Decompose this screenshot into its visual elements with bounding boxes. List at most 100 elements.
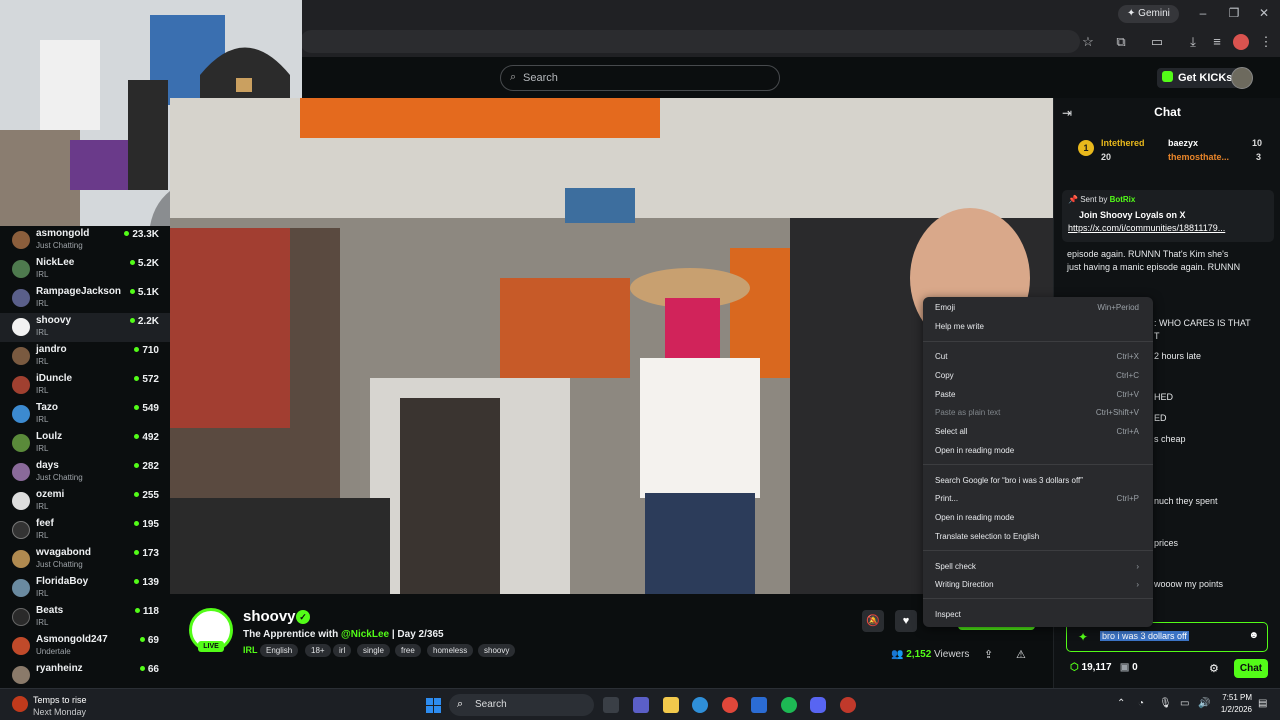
menu-item-search-google[interactable]: Search Google for “bro i was 3 dollars o… [923,473,1153,491]
sidebar-channel-rampagejackson[interactable]: RampageJackson IRL 5.1K [0,284,170,313]
windows-logo-tile [426,706,433,713]
stream-tag[interactable]: 18+ [305,644,331,657]
menu-item-emoji[interactable]: Emoji Win+Period [923,300,1153,318]
viewer-count-value: 5.1K [137,287,159,298]
chrome-icon[interactable] [722,697,738,713]
discord-icon[interactable] [810,697,826,713]
menu-item-help-me-write[interactable]: Help me write [923,319,1153,337]
menu-item-reading-mode[interactable]: Open in reading mode [923,443,1153,461]
extensions-icon[interactable]: ⧉ [1113,34,1129,50]
wifi-icon[interactable]: ◔ [1138,698,1144,709]
taskbar-search[interactable]: ⌕ Search [449,694,594,716]
close-window-button[interactable]: ✕ [1249,6,1279,20]
report-icon[interactable]: ⚠ [1016,648,1026,661]
sidebar-channel-beats[interactable]: Beats IRL 118 [0,603,170,632]
leader-3-count: 3 [1256,152,1262,162]
video-player[interactable] [170,98,1053,594]
mute-notifications-button[interactable]: 🔕 [862,610,884,632]
notifications-icon[interactable]: ▤ [1258,698,1267,709]
file-explorer-icon[interactable] [663,697,679,713]
stream-tag[interactable]: English [260,644,299,657]
chat-title: Chat [1154,105,1181,119]
pinned-message[interactable]: 📌 Sent by BotRix Join Shoovy Loyals on X… [1062,190,1274,242]
leader-1-name[interactable]: Intethered [1101,138,1145,148]
playlist-icon[interactable]: ≡ [1209,34,1225,50]
volume-icon[interactable]: 🔊 [1198,698,1210,709]
start-button[interactable] [426,698,441,713]
store-icon[interactable] [751,697,767,713]
leader-2-name[interactable]: baezyx [1168,138,1198,148]
menu-item-select-all[interactable]: Select all Ctrl+A [923,424,1153,442]
profile-icon[interactable] [1233,34,1249,50]
sidebar-channel-asmongold247[interactable]: Asmongold247 Undertale 69 [0,632,170,661]
teams-icon[interactable] [633,697,649,713]
microphone-icon[interactable]: 🎙 [1159,698,1172,709]
menu-item-copy[interactable]: Copy Ctrl+C [923,368,1153,386]
stream-tag[interactable]: shoovy [478,644,516,657]
chat-settings-icon[interactable]: ⚙ [1209,662,1219,675]
sidebar-channel-floridaboy[interactable]: FloridaBoy IRL 139 [0,574,170,603]
menu-item-spell-check[interactable]: Spell check › [923,559,1153,577]
system-clock[interactable]: 7:51 PM 1/2/2026 [1212,693,1252,714]
verified-check-icon: ✓ [296,610,310,624]
gemini-button[interactable]: ✦ Gemini [1118,5,1179,23]
sidebar-channel-feef[interactable]: feef IRL 195 [0,516,170,545]
sidebar-channel-asmongold[interactable]: asmongold Just Chatting 23.3K [0,226,170,255]
address-bar[interactable] [300,30,1080,53]
get-kicks-button[interactable]: Get KICKs [1157,68,1240,88]
edge-icon[interactable] [692,697,708,713]
tray-chevron-icon[interactable]: ⌃ [1117,698,1125,709]
sidebar-channel-jandro[interactable]: jandro IRL 710 [0,342,170,371]
task-view-icon[interactable] [603,697,619,713]
network-icon[interactable]: ▭ [1180,698,1189,709]
menu-item-inspect[interactable]: Inspect [923,607,1153,625]
user-avatar[interactable] [1231,67,1253,89]
sidebar-channel-loulz[interactable]: Loulz IRL 492 [0,429,170,458]
sidebar-channel-shoovy[interactable]: shoovy IRL 2.2K [0,313,170,342]
stream-tag[interactable]: single [357,644,390,657]
sidebar-channel-nicklee[interactable]: NickLee IRL 5.2K [0,255,170,284]
sidebar-channel-tazo[interactable]: Tazo IRL 549 [0,400,170,429]
stream-title-mention[interactable]: @NickLee [341,629,389,640]
emoji-icon[interactable]: ☻ [1248,630,1259,641]
follow-heart-button[interactable]: ♥ [895,610,917,632]
channel-name: jandro [36,344,67,355]
maximize-button[interactable]: ❐ [1219,6,1249,20]
clock-time: 7:51 PM [1222,693,1252,702]
menu-item-translate[interactable]: Translate selection to English [923,529,1153,547]
download-icon[interactable]: ⤓ [1185,34,1201,50]
sidebar-channel-ozemi[interactable]: ozemi IRL 255 [0,487,170,516]
pinned-link[interactable]: https://x.com/i/communities/18811179... [1068,223,1225,233]
search-input[interactable]: ⌕ Search [500,65,780,91]
spotify-icon[interactable] [781,697,797,713]
menu-item-cut[interactable]: Cut Ctrl+X [923,349,1153,367]
share-icon[interactable]: ⇪ [984,648,993,661]
menu-label: Translate selection to English [935,532,1040,541]
menu-item-reading-mode-2[interactable]: Open in reading mode [923,510,1153,528]
sidebar-channel-ryanheinz[interactable]: ryanheinz 66 [0,661,170,690]
browser-menu-icon[interactable]: ⋮ [1258,34,1274,50]
sidebar-channel-wvagabond[interactable]: wvagabond Just Chatting 173 [0,545,170,574]
stream-tag[interactable]: homeless [427,644,474,657]
channel-avatar [12,608,30,626]
menu-item-writing-direction[interactable]: Writing Direction › [923,577,1153,595]
stream-tag[interactable]: free [395,644,421,657]
sidebar-channel-days[interactable]: days Just Chatting 282 [0,458,170,487]
kick-gem-icon: ✦ [1078,630,1089,644]
points-icon: ⬡ [1070,662,1079,673]
app-icon[interactable] [840,697,856,713]
cast-icon[interactable]: ▭ [1149,34,1165,50]
streamer-name[interactable]: shoovy [243,608,296,625]
search-icon: ⌕ [510,71,517,83]
stream-tag[interactable]: irl [333,644,352,657]
viewer-count-value: 23.3K [132,229,159,240]
send-chat-button[interactable]: Chat [1234,659,1268,678]
menu-item-print[interactable]: Print... Ctrl+P [923,491,1153,509]
leader-3-name[interactable]: themosthate... [1168,152,1229,162]
stream-category-link[interactable]: IRL [243,645,258,655]
channel-points[interactable]: ⬡ 19,117 ▣ 0 [1070,662,1138,673]
menu-item-paste[interactable]: Paste Ctrl+V [923,387,1153,405]
bookmark-star-icon[interactable]: ☆ [1080,34,1096,50]
sidebar-channel-iduncle[interactable]: iDuncle IRL 572 [0,371,170,400]
minimize-button[interactable]: – [1188,6,1218,20]
